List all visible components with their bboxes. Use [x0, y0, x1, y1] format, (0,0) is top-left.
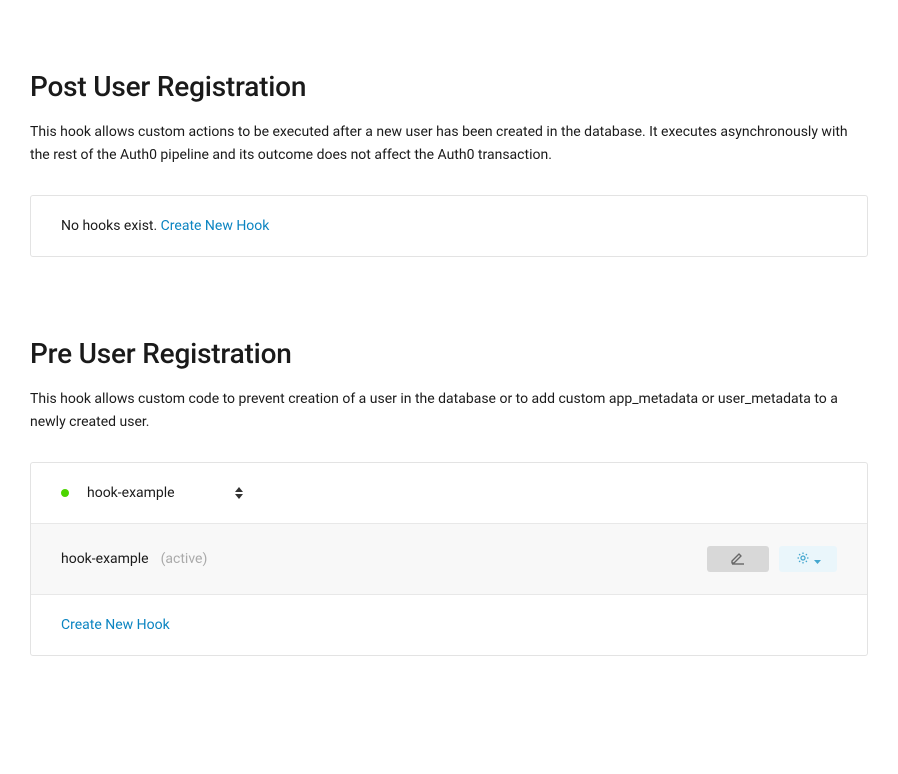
section-title: Pre User Registration [30, 337, 868, 370]
caret-down-icon [814, 552, 821, 567]
selected-hook-name: hook-example [87, 485, 175, 501]
status-dot-active-icon [61, 489, 69, 497]
section-description: This hook allows custom code to prevent … [30, 388, 868, 434]
empty-state-row: No hooks exist. Create New Hook [31, 196, 867, 256]
hook-name: hook-example [61, 551, 149, 567]
sort-icon [235, 487, 243, 499]
pencil-icon [730, 551, 746, 568]
create-hook-row: Create New Hook [31, 595, 867, 655]
hook-row: hook-example (active) [31, 524, 867, 595]
hooks-panel: hook-example hook-example (active) [30, 462, 868, 656]
edit-hook-button[interactable] [707, 546, 769, 572]
hook-status: (active) [161, 551, 208, 567]
section-title: Post User Registration [30, 70, 868, 103]
hook-settings-button[interactable] [779, 546, 837, 572]
gear-icon [796, 551, 810, 568]
hook-selector-row[interactable]: hook-example [31, 463, 867, 524]
create-new-hook-link[interactable]: Create New Hook [161, 218, 270, 234]
hooks-panel: No hooks exist. Create New Hook [30, 195, 868, 257]
section-pre-user-registration: Pre User Registration This hook allows c… [30, 337, 868, 656]
empty-state-text: No hooks exist. [61, 218, 161, 234]
create-new-hook-link[interactable]: Create New Hook [61, 617, 170, 633]
section-post-user-registration: Post User Registration This hook allows … [30, 70, 868, 257]
section-description: This hook allows custom actions to be ex… [30, 121, 868, 167]
